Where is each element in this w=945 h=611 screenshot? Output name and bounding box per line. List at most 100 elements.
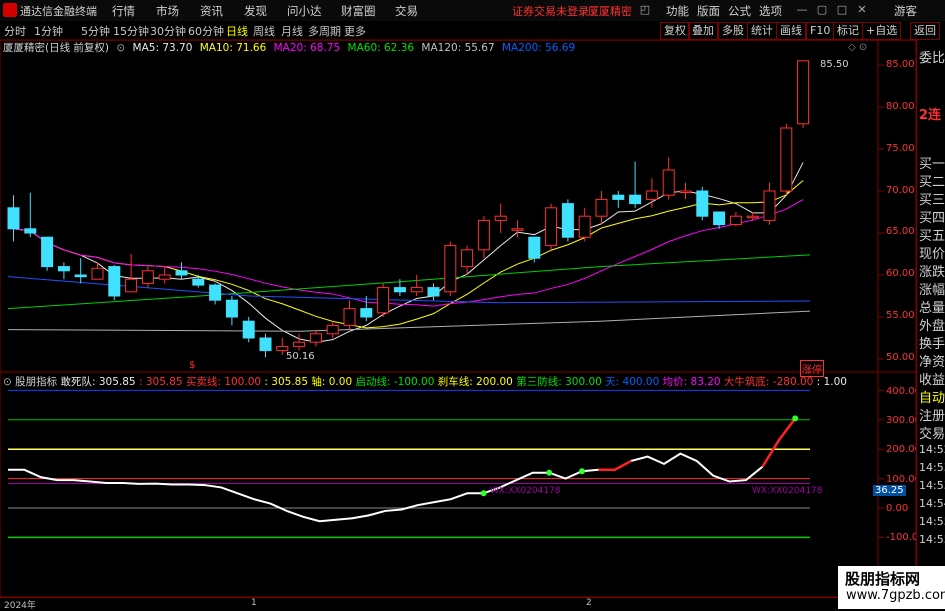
sidebar-change-pct: 涨幅 xyxy=(919,283,945,298)
sidebar-change: 涨跌 xyxy=(919,265,945,280)
candle-down xyxy=(427,287,440,297)
candle-down xyxy=(612,194,625,200)
candle-up xyxy=(309,333,322,343)
candle-up xyxy=(125,278,138,293)
sidebar-bid4: 买四 xyxy=(919,211,945,226)
ma10-label: MA10: 71.66 xyxy=(199,42,267,54)
candle-up xyxy=(293,341,306,347)
ind-item-7: 第三防线: 300.00 xyxy=(516,376,602,388)
price-tick-70: 70.00 xyxy=(886,185,915,196)
candle-down xyxy=(713,211,726,226)
candle-up xyxy=(797,60,810,125)
ind-item-9: 均价: 83.20 xyxy=(662,376,721,388)
candle-down xyxy=(393,287,406,293)
main-legend: 厦厦精密(日线 前复权) ⊙ MA5: 73.70 MA10: 71.66 MA… xyxy=(0,40,579,55)
candle-up xyxy=(326,324,339,335)
candle-down xyxy=(696,190,709,217)
moving-average-lines xyxy=(7,162,811,343)
sidebar-earnings: 收益 xyxy=(919,373,945,388)
sidebar-time-1: 14:52 xyxy=(919,443,945,456)
ma20-label: MA20: 68.75 xyxy=(273,42,341,54)
candle-down xyxy=(561,203,574,238)
candle-up xyxy=(595,198,608,217)
chart-options-icon[interactable]: ◇ ⊙ xyxy=(848,42,867,53)
indicator-reference-lines xyxy=(8,389,810,539)
ind-item-5: 启动线: -100.00 xyxy=(355,376,435,388)
ind-item-8: 天: 400.00 xyxy=(605,376,660,388)
candle-up xyxy=(746,215,759,219)
candle-down xyxy=(108,266,121,297)
ind-item-3: : 305.85 xyxy=(264,376,309,388)
ma5-line xyxy=(13,162,804,343)
candle-down xyxy=(225,299,238,318)
dare-squad-line xyxy=(8,452,764,523)
sidebar-bid2: 买二 xyxy=(919,175,945,190)
chart-title: 厦厦精密(日线 前复权) xyxy=(3,42,110,54)
candle-up xyxy=(276,345,289,352)
sidebar-bid1: 买一 xyxy=(919,157,945,172)
candle-up xyxy=(679,190,692,193)
ma120-label: MA120: 55.67 xyxy=(421,42,495,54)
ma60-label: MA60: 62.36 xyxy=(347,42,415,54)
dare-squad-red-segment-mid xyxy=(598,459,632,472)
sidebar-bid3: 买三 xyxy=(919,193,945,208)
price-tick-85: 85.00 xyxy=(886,59,915,70)
signal-dot xyxy=(546,469,553,476)
sidebar-time-3: 14:53 xyxy=(919,479,945,492)
signal-dot xyxy=(579,468,585,475)
candle-down xyxy=(24,228,37,234)
quote-sidebar: 委比 2连 买一 买二 买三 买四 买五 现价 涨跌 涨幅 总量 外盘 换手 净… xyxy=(916,40,945,609)
candle-up xyxy=(494,215,507,221)
sidebar-turnover: 换手 xyxy=(919,337,945,352)
low-price-label: 50.16 xyxy=(286,351,315,362)
sidebar-auto[interactable]: 自动 xyxy=(919,387,945,406)
ind-item-4: 轴: 0.00 xyxy=(311,376,353,388)
candle-down xyxy=(7,207,20,230)
candle-up xyxy=(91,267,104,280)
candle-up xyxy=(444,245,457,293)
candle-up xyxy=(662,169,675,196)
candle-up xyxy=(645,190,658,200)
indicator-toggle-icon[interactable]: ⊙ xyxy=(3,376,12,388)
candle-up xyxy=(763,190,776,221)
price-tick-65: 65.00 xyxy=(886,226,915,237)
candle-down xyxy=(242,320,255,339)
sidebar-register[interactable]: 注册 xyxy=(919,405,945,424)
ma200-label: MA200: 56.69 xyxy=(501,42,576,54)
candle-up xyxy=(780,127,793,192)
candle-up xyxy=(545,207,558,247)
sidebar-time-6: 14:55 xyxy=(919,533,945,546)
candle-down xyxy=(259,337,272,352)
candle-down xyxy=(41,236,54,268)
candle-up xyxy=(578,215,591,238)
signal-dot xyxy=(480,490,487,497)
sidebar-time-5: 14:55 xyxy=(919,515,945,528)
price-axis-ticks xyxy=(878,64,884,360)
price-tick-80: 80.00 xyxy=(886,101,915,112)
kline-chart[interactable] xyxy=(0,0,945,609)
legend-toggle-icon[interactable]: ⊙ xyxy=(116,42,125,54)
ma5-label: MA5: 73.70 xyxy=(132,42,193,54)
site-watermark-name: 股朋指标网 xyxy=(845,570,921,588)
price-tick-75: 75.00 xyxy=(886,143,915,154)
candle-up xyxy=(377,287,390,314)
ind-item-2: 买卖线: 100.00 xyxy=(185,376,262,388)
candle-down xyxy=(74,274,87,278)
candle-down xyxy=(629,194,642,205)
price-tick-60: 60.00 xyxy=(886,268,915,279)
price-tick-55: 55.00 xyxy=(886,310,915,321)
ind-item-11: : 1.00 xyxy=(816,376,847,388)
sidebar-trade[interactable]: 交易 xyxy=(919,423,945,442)
high-price-label: 85.50 xyxy=(820,59,849,70)
candle-up xyxy=(410,287,423,293)
candle-down xyxy=(360,308,373,318)
ind-item-10: 大牛筑底: -280.00 xyxy=(723,376,814,388)
candle-up xyxy=(461,249,474,268)
ind-item-6: 刹车线: 200.00 xyxy=(437,376,513,388)
sidebar-net-assets: 净资 xyxy=(919,355,945,370)
time-label-month1: 1 xyxy=(251,598,257,608)
ind-watermark-left: WX:XX0204178 xyxy=(490,486,561,496)
candle-down xyxy=(57,266,70,272)
time-label-month2: 2 xyxy=(586,598,592,608)
candle-down xyxy=(192,278,205,286)
